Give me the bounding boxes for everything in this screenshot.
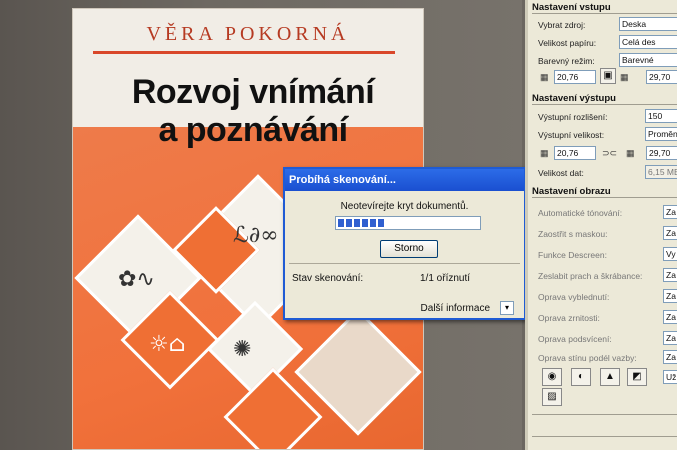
book-title: Rozvoj vnímání a poznávání	[83, 73, 423, 149]
image-setting-select[interactable]: Za	[663, 268, 677, 282]
more-info-label[interactable]: Další informace	[421, 303, 490, 314]
expand-more-icon[interactable]: ▾	[500, 301, 514, 315]
width-icon: ▦	[540, 72, 549, 82]
brightness-icon[interactable]: ◉	[542, 368, 562, 386]
height-icon: ▦	[620, 72, 629, 82]
image-setting-select[interactable]: Za	[663, 310, 677, 324]
cover-drawing: ✺	[233, 337, 252, 362]
image-setting-select[interactable]: Za	[663, 289, 677, 303]
image-setting-label: Zaostřit s maskou:	[538, 229, 608, 239]
lock-ratio-icon[interactable]: ▣	[600, 68, 616, 84]
progress-segment	[362, 219, 368, 227]
contrast-icon[interactable]: ◐	[571, 368, 591, 386]
paper-size-label: Velikost papíru:	[538, 38, 597, 48]
resolution-field[interactable]: 150	[645, 109, 677, 123]
height-icon: ▦	[626, 148, 635, 158]
output-height-field[interactable]: 29,70	[646, 146, 677, 160]
output-width-field[interactable]: 20,76	[554, 146, 596, 160]
data-size-value: 6,15 MB	[645, 165, 677, 179]
color-mode-select[interactable]: Barevné	[619, 53, 677, 67]
cancel-button[interactable]: Storno	[380, 240, 438, 258]
progress-segment	[370, 219, 376, 227]
book-title-line2: a poznávání	[158, 111, 348, 149]
image-setting-select[interactable]: Vy	[663, 247, 677, 261]
book-author: VĚRA POKORNÁ	[146, 23, 350, 45]
source-select[interactable]: Deska	[619, 17, 677, 31]
section-divider	[532, 13, 677, 14]
scan-status-label: Stav skenování:	[292, 273, 364, 284]
scanning-progress-dialog: Probíhá skenování... Neotevírejte kryt d…	[283, 167, 526, 320]
link-icon[interactable]: ⊃⊂	[602, 148, 617, 159]
image-setting-label: Zeslabit prach a škrábance:	[538, 271, 643, 281]
progress-segment	[378, 219, 384, 227]
image-setting-label: Oprava zrnitosti:	[538, 313, 600, 323]
image-setting-label: Oprava vyblednutí:	[538, 292, 610, 302]
dialog-title: Probíhá skenování...	[285, 169, 524, 191]
scan-progress-bar	[335, 216, 481, 230]
paper-size-select[interactable]: Celá des	[619, 35, 677, 49]
image-settings-header: Nastavení obrazu	[532, 186, 611, 197]
cover-drawing: ☼⌂	[149, 332, 186, 357]
image-setting-select[interactable]: Za	[663, 205, 677, 219]
progress-segment	[354, 219, 360, 227]
image-setting-select[interactable]: Za	[663, 350, 677, 364]
input-settings-header: Nastavení vstupu	[532, 2, 611, 13]
color-mode-label: Barevný režim:	[538, 56, 595, 66]
width-icon: ▦	[540, 148, 549, 158]
image-setting-select[interactable]: Za	[663, 331, 677, 345]
image-setting-label: Automatické tónování:	[538, 208, 623, 218]
resolution-label: Výstupní rozlišení:	[538, 112, 608, 122]
source-label: Vybrat zdroj:	[538, 20, 586, 30]
output-settings-header: Nastavení výstupu	[532, 93, 616, 104]
dialog-message: Neotevírejte kryt dokumentů.	[340, 201, 469, 212]
levels-icon[interactable]: ▲	[600, 368, 620, 386]
output-size-select[interactable]: Proměn	[645, 127, 677, 141]
input-height-field[interactable]: 29,70	[646, 70, 677, 84]
output-size-label: Výstupní velikost:	[538, 130, 605, 140]
input-width-field[interactable]: 20,76	[554, 70, 596, 84]
progress-segment	[346, 219, 352, 227]
section-divider	[532, 414, 677, 415]
image-setting-label: Oprava stínu podél vazby:	[538, 353, 637, 363]
settings-panel: Nastavení vstupu Vybrat zdroj: Deska Vel…	[525, 0, 677, 450]
image-setting-select[interactable]: Za	[663, 226, 677, 240]
cover-drawing: ✿∿	[118, 267, 155, 292]
section-divider	[532, 197, 677, 198]
dialog-separator	[289, 263, 520, 264]
image-setting-label: Funkce Descreen:	[538, 250, 607, 260]
book-title-line1: Rozvoj vnímání	[131, 73, 375, 111]
author-rule	[93, 51, 395, 54]
color-balance-icon[interactable]: ▨	[542, 388, 562, 406]
image-setting-label: Oprava podsvícení:	[538, 334, 612, 344]
data-size-label: Velikost dat:	[538, 168, 584, 178]
preset-select[interactable]: Už	[663, 370, 677, 384]
curves-icon[interactable]: ◩	[627, 368, 647, 386]
section-divider	[532, 104, 677, 105]
cover-drawing: ℒ∂∞	[233, 223, 279, 248]
scan-status-value: 1/1 oříznutí	[420, 273, 471, 284]
section-divider	[532, 436, 677, 437]
progress-segment	[338, 219, 344, 227]
